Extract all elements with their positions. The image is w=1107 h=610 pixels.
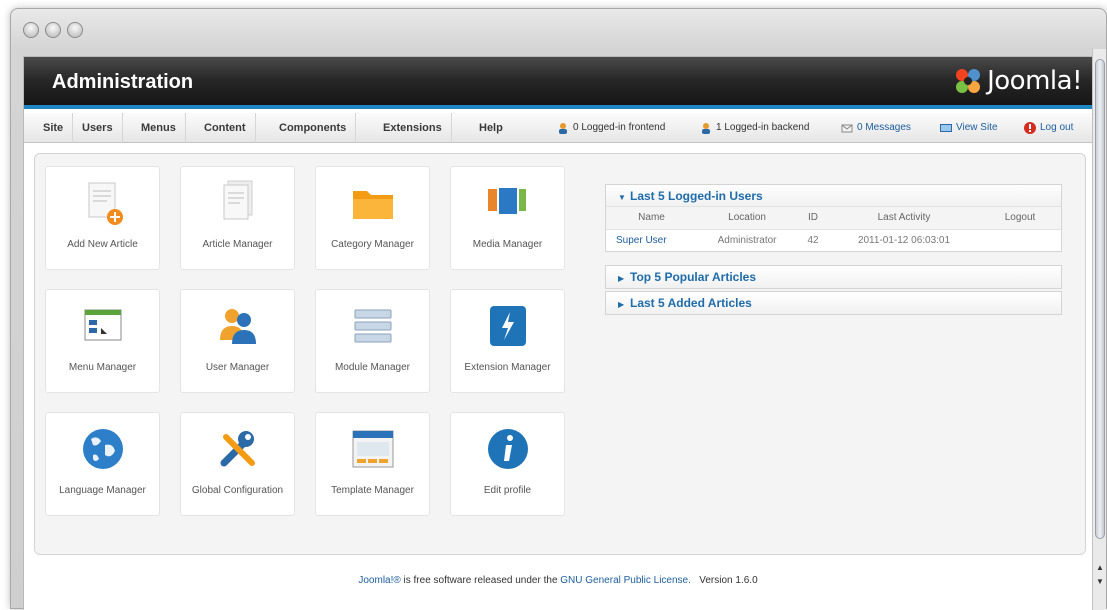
scrollbar-thumb[interactable] bbox=[1095, 59, 1105, 539]
tile-global-configuration[interactable]: Global Configuration bbox=[180, 412, 295, 516]
minimize-window-button[interactable] bbox=[45, 22, 61, 38]
user-id: 42 bbox=[807, 234, 819, 246]
tile-article-manager[interactable]: Article Manager bbox=[180, 166, 295, 270]
joomla-logo-icon bbox=[956, 69, 981, 93]
article-icon bbox=[223, 180, 252, 220]
user-icon bbox=[559, 123, 567, 134]
window-titlebar bbox=[11, 9, 1106, 49]
tile-extension-manager[interactable]: Extension Manager bbox=[450, 289, 565, 393]
user-icon bbox=[702, 123, 710, 134]
popular-articles-header[interactable]: ▶ Top 5 Popular Articles bbox=[606, 266, 1061, 288]
logout-icon bbox=[1024, 122, 1036, 134]
tile-label: Template Manager bbox=[331, 485, 414, 496]
table-header-row: Name Location ID Last Activity Logout bbox=[606, 207, 1061, 230]
tile-media-manager[interactable]: Media Manager bbox=[450, 166, 565, 270]
page-footer: Joomla!® is free software released under… bbox=[358, 575, 758, 586]
tile-label: Global Configuration bbox=[191, 485, 284, 496]
tile-label: Menu Manager bbox=[68, 362, 137, 373]
browser-window: Administration Joomla! Site Users Menus … bbox=[10, 8, 1107, 610]
control-panel: Add New Article Article Manager Category… bbox=[34, 153, 1086, 555]
user-location: Administrator bbox=[717, 234, 777, 246]
extension-icon bbox=[489, 306, 526, 346]
table-row: Super User Administrator 42 2011-01-12 0… bbox=[606, 229, 1061, 251]
backend-users-status: 1 Logged-in backend bbox=[700, 113, 809, 143]
logged-in-users-table: Name Location ID Last Activity Logout Su… bbox=[606, 207, 1061, 251]
tile-label: Media Manager bbox=[472, 239, 543, 250]
admin-header: Administration Joomla! bbox=[24, 57, 1092, 109]
tile-label: Add New Article bbox=[67, 239, 138, 250]
column-header: Name bbox=[606, 207, 697, 230]
monitor-icon bbox=[940, 124, 952, 132]
tile-template-manager[interactable]: Template Manager bbox=[315, 412, 430, 516]
menu-menus[interactable]: Menus bbox=[132, 113, 186, 143]
column-header: ID bbox=[797, 207, 829, 230]
menu-content[interactable]: Content bbox=[195, 113, 256, 143]
column-header: Location bbox=[697, 207, 798, 230]
tile-label: Module Manager bbox=[334, 362, 411, 373]
version-text: Version 1.6.0 bbox=[699, 575, 758, 586]
frontend-users-status: 0 Logged-in frontend bbox=[557, 113, 665, 143]
column-header: Logout bbox=[979, 207, 1061, 230]
tile-edit-profile[interactable]: Edit profile bbox=[450, 412, 565, 516]
menu-users[interactable]: Users bbox=[73, 113, 123, 143]
collapsed-arrow-icon: ▶ bbox=[618, 300, 625, 309]
admin-menubar: Site Users Menus Content Components Exte… bbox=[24, 113, 1092, 143]
tile-label: Language Manager bbox=[59, 485, 146, 496]
folder-icon bbox=[352, 191, 393, 219]
tile-module-manager[interactable]: Module Manager bbox=[315, 289, 430, 393]
expanded-arrow-icon: ▼ bbox=[618, 193, 626, 202]
messages-link[interactable]: 0 Messages bbox=[841, 113, 911, 143]
close-window-button[interactable] bbox=[23, 22, 39, 38]
page-title: Administration bbox=[52, 71, 194, 93]
tile-label: Article Manager bbox=[202, 239, 273, 250]
logo-text: Joomla! bbox=[987, 66, 1082, 96]
globe-icon bbox=[82, 429, 123, 469]
logout-link[interactable]: Log out bbox=[1024, 113, 1073, 143]
joomla-link[interactable]: Joomla!® bbox=[358, 575, 400, 586]
scroll-up-arrow-icon[interactable]: ▲ bbox=[1093, 561, 1107, 575]
user-logout bbox=[979, 229, 1061, 251]
user-name-link[interactable]: Super User bbox=[606, 229, 697, 251]
tile-category-manager[interactable]: Category Manager bbox=[315, 166, 430, 270]
logged-in-users-header[interactable]: ▼ Last 5 Logged-in Users bbox=[606, 185, 1061, 207]
module-icon bbox=[354, 309, 391, 343]
info-icon bbox=[487, 429, 528, 469]
added-articles-header[interactable]: ▶ Last 5 Added Articles bbox=[606, 292, 1061, 314]
tile-label: Category Manager bbox=[331, 239, 414, 250]
tile-menu-manager[interactable]: Menu Manager bbox=[45, 289, 160, 393]
mail-icon bbox=[841, 124, 853, 133]
users-icon bbox=[219, 309, 256, 344]
tile-language-manager[interactable]: Language Manager bbox=[45, 412, 160, 516]
menu-help[interactable]: Help bbox=[470, 113, 512, 143]
license-link[interactable]: GNU General Public License. bbox=[560, 575, 691, 586]
vertical-scrollbar[interactable]: ▲ ▼ bbox=[1092, 49, 1106, 610]
user-last-activity: 2011-01-12 06:03:01 bbox=[857, 234, 951, 246]
zoom-window-button[interactable] bbox=[67, 22, 83, 38]
menu-icon bbox=[84, 309, 121, 341]
tile-label: Extension Manager bbox=[464, 362, 551, 373]
popular-articles-panel[interactable]: ▶ Top 5 Popular Articles bbox=[605, 265, 1062, 289]
collapsed-arrow-icon: ▶ bbox=[618, 274, 625, 283]
added-articles-panel[interactable]: ▶ Last 5 Added Articles bbox=[605, 291, 1062, 315]
joomla-logo: Joomla! bbox=[953, 66, 1082, 96]
column-header: Last Activity bbox=[828, 207, 980, 230]
tile-label: Edit profile bbox=[483, 485, 532, 496]
tile-user-manager[interactable]: User Manager bbox=[180, 289, 295, 393]
logged-in-users-panel: ▼ Last 5 Logged-in Users Name Location ID… bbox=[605, 184, 1062, 252]
menu-site[interactable]: Site bbox=[34, 113, 74, 143]
scroll-down-arrow-icon[interactable]: ▼ bbox=[1093, 575, 1107, 589]
media-icon bbox=[487, 186, 526, 216]
menu-extensions[interactable]: Extensions bbox=[374, 113, 452, 143]
view-site-link[interactable]: View Site bbox=[940, 113, 998, 143]
tile-label: User Manager bbox=[205, 362, 270, 373]
menu-components[interactable]: Components bbox=[270, 113, 357, 143]
add-article-icon bbox=[88, 182, 123, 225]
tools-icon bbox=[220, 431, 255, 467]
page-content: Administration Joomla! Site Users Menus … bbox=[23, 56, 1093, 610]
template-icon bbox=[352, 430, 393, 468]
tile-add-new-article[interactable]: Add New Article bbox=[45, 166, 160, 270]
